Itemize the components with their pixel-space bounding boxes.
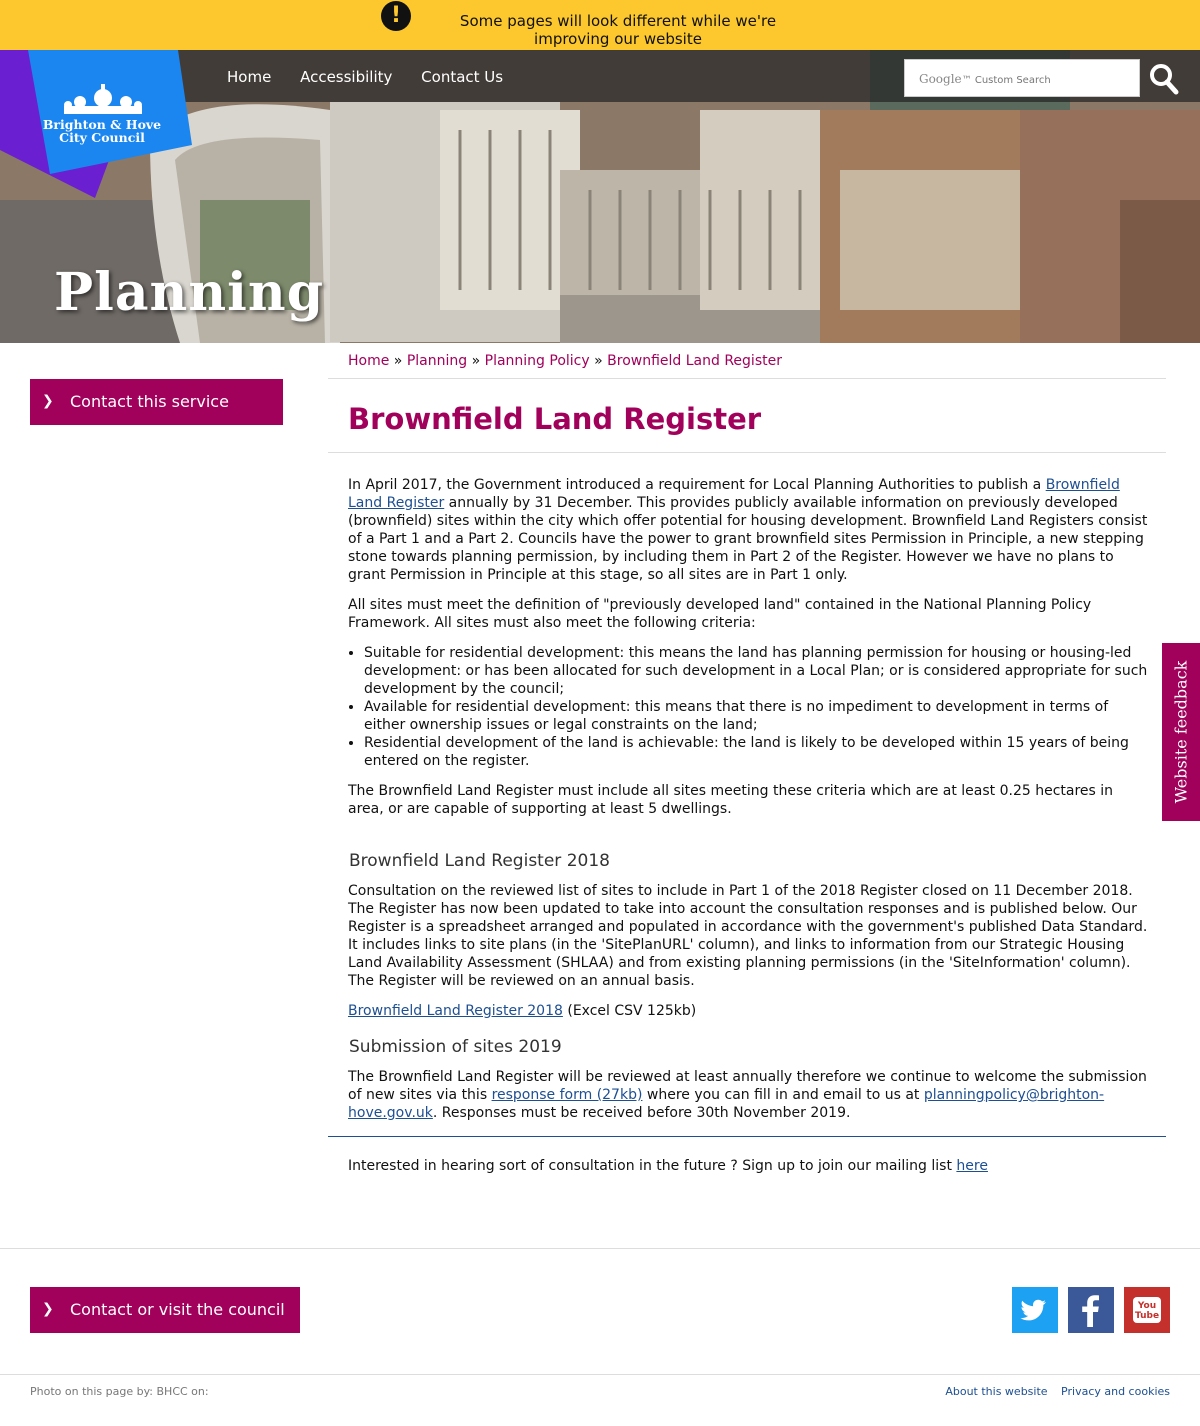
chevron-right-icon: ❯ [42,393,54,409]
consultation-paragraph: Consultation on the reviewed list of sit… [348,883,1148,989]
section-heading-2019: Submission of sites 2019 [349,1037,562,1057]
list-item: Suitable for residential development: th… [364,644,1148,698]
section-heading-2018: Brownfield Land Register 2018 [349,851,610,871]
youtube-icon: You Tube [1133,1297,1161,1323]
alert-icon: ! [381,1,411,31]
banner-message: Some pages will look different while we'… [459,12,777,48]
contact-this-service-label: Contact this service [70,392,229,411]
submission-text-end: . Responses must be received before 30th… [432,1105,851,1121]
breadcrumb-separator: » [393,353,403,369]
download-paragraph: Brownfield Land Register 2018 (Excel CSV… [348,1002,1148,1020]
search-input[interactable]: Google™ Custom Search [904,59,1140,97]
svg-text:You: You [1137,1301,1156,1311]
mailing-list-paragraph: Interested in hearing sort of consultati… [348,1157,988,1175]
breadcrumb-planning[interactable]: Planning [407,353,467,369]
section-2019: Submission of sites 2019 The Brownfield … [348,1038,1148,1134]
breadcrumb-separator: » [594,353,603,369]
threshold-paragraph: The Brownfield Land Register must includ… [348,783,1114,817]
list-item: Available for residential development: t… [364,698,1148,734]
list-item: Residential development of the land is a… [364,734,1148,770]
divider [328,1136,1166,1137]
divider [328,452,1166,453]
main-content: In April 2017, the Government introduced… [348,476,1148,830]
notice-banner: ! Some pages will look different while w… [0,0,1200,50]
criteria-intro: All sites must meet the definition of "p… [348,597,1092,631]
contact-this-service-button[interactable]: ❯ Contact this service [30,379,283,425]
criteria-list: Suitable for residential development: th… [348,644,1148,770]
footer-links: About this website Privacy and cookies [935,1385,1170,1398]
footer-divider [0,1374,1200,1375]
search-icon [1150,64,1179,95]
intro-text: In April 2017, the Government introduced… [348,477,1046,493]
mailing-text: Interested in hearing sort of consultati… [348,1158,957,1174]
logo-line2: City Council [59,130,145,145]
twitter-icon [1020,1299,1046,1321]
contact-visit-council-label: Contact or visit the council [70,1300,285,1319]
page-title: Brownfield Land Register [348,402,762,436]
search-button[interactable] [1148,62,1180,96]
about-website-link[interactable]: About this website [945,1385,1047,1398]
breadcrumb-current[interactable]: Brownfield Land Register [607,353,782,369]
facebook-link[interactable] [1068,1287,1114,1333]
svg-text:Tube: Tube [1135,1311,1159,1321]
register-2018-download-link[interactable]: Brownfield Land Register 2018 [348,1003,563,1019]
breadcrumb-planning-policy[interactable]: Planning Policy [485,353,590,369]
breadcrumb: Home » Planning » Planning Policy » Brow… [348,353,782,369]
facebook-icon [1082,1295,1099,1327]
search-placeholder: Google™ Custom Search [919,72,1051,86]
nav-contact-us[interactable]: Contact Us [421,68,503,86]
nav-accessibility[interactable]: Accessibility [300,68,392,86]
website-feedback-label: Website feedback [1171,660,1191,804]
photo-credits: Photo on this page by: BHCC on: [30,1385,209,1398]
breadcrumb-separator: » [471,353,481,369]
twitter-link[interactable] [1012,1287,1058,1333]
website-feedback-tab[interactable]: Website feedback [1162,643,1200,821]
nav-home[interactable]: Home [227,68,271,86]
section-2018: Brownfield Land Register 2018 Consultati… [348,852,1148,1032]
intro-paragraph: In April 2017, the Government introduced… [348,476,1148,584]
download-meta: (Excel CSV 125kb) [562,1003,697,1019]
council-logo[interactable]: Brighton & Hove City Council [0,50,195,205]
response-form-link[interactable]: response form (27kb) [492,1087,643,1103]
submission-text-cont: where you can fill in and email to us at [642,1087,924,1103]
divider [328,378,1166,379]
mailing-list-link[interactable]: here [956,1158,988,1174]
youtube-link[interactable]: You Tube [1124,1287,1170,1333]
google-wordmark: Google [919,72,962,86]
breadcrumb-home[interactable]: Home [348,353,389,369]
footer-divider [0,1248,1200,1249]
contact-visit-council-button[interactable]: ❯ Contact or visit the council [30,1287,300,1333]
search-label: Custom Search [974,75,1051,86]
hero-title: Planning [54,262,325,323]
privacy-cookies-link[interactable]: Privacy and cookies [1061,1385,1170,1398]
main-nav: Home Accessibility Contact Us [227,68,527,86]
intro-text-cont: annually by 31 December. This provides p… [348,495,1148,583]
chevron-right-icon: ❯ [42,1301,54,1317]
submission-paragraph: The Brownfield Land Register will be rev… [348,1068,1148,1122]
